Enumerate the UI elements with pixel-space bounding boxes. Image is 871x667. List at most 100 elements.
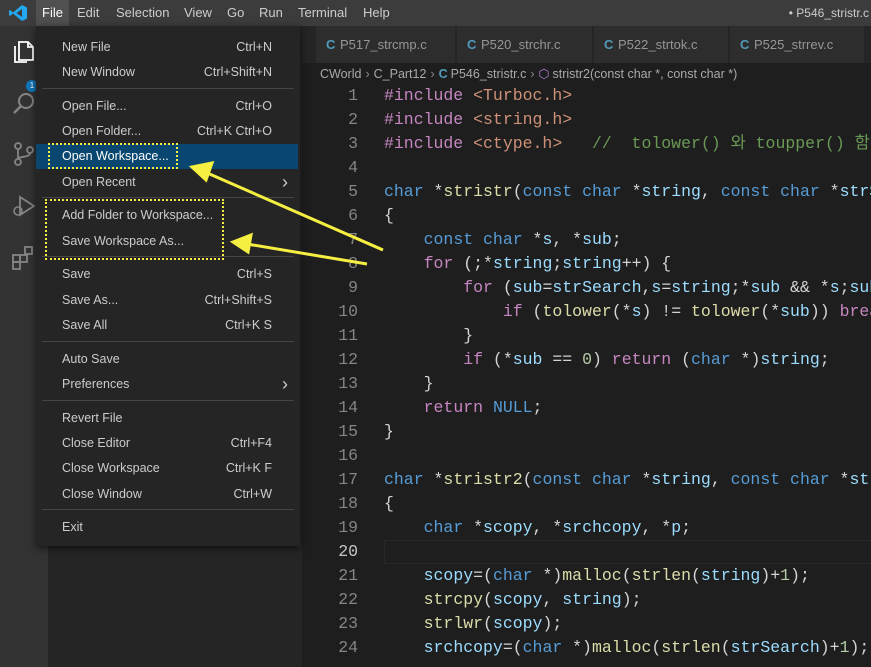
line-number: 22 bbox=[338, 590, 358, 609]
code-token: <Turboc.h> bbox=[473, 86, 573, 105]
code-token: ( bbox=[651, 638, 662, 657]
code-token: <string.h> bbox=[473, 110, 573, 129]
line-number: 5 bbox=[348, 182, 358, 201]
menu-item-shortcut: Ctrl+K F bbox=[225, 461, 272, 475]
code-line[interactable]: 9 for (sub=strSearch,s=string;*sub && *s… bbox=[302, 276, 871, 300]
code-line[interactable]: 10 if (tolower(*s) != tolower(*sub)) bre… bbox=[302, 300, 871, 324]
code-line[interactable]: 13 } bbox=[302, 372, 871, 396]
line-number: 20 bbox=[338, 542, 358, 561]
code-text: } bbox=[384, 372, 434, 396]
code-token: ( bbox=[621, 566, 632, 585]
menu-selection[interactable]: Selection bbox=[110, 0, 175, 26]
menu-item-exit[interactable]: Exit bbox=[36, 515, 300, 540]
menu-view[interactable]: View bbox=[178, 0, 218, 26]
search-icon[interactable] bbox=[10, 90, 38, 118]
code-line[interactable]: 14 return NULL; bbox=[302, 396, 871, 420]
menu-edit[interactable]: Edit bbox=[71, 0, 105, 26]
code-token: char bbox=[384, 470, 424, 489]
code-token: char bbox=[483, 230, 523, 249]
code-token: )+ bbox=[819, 638, 840, 657]
explorer-icon[interactable] bbox=[10, 38, 38, 66]
breadcrumb-item[interactable]: C_Part12 bbox=[374, 63, 427, 85]
code-line[interactable]: 15} bbox=[302, 420, 871, 444]
extensions-icon[interactable] bbox=[10, 244, 38, 272]
code-token: * bbox=[819, 182, 840, 201]
menu-item-open-file[interactable]: Open File... Ctrl+O bbox=[36, 94, 300, 119]
menu-item-label: Close Workspace bbox=[62, 461, 160, 475]
code-text: { bbox=[384, 492, 394, 516]
code-line[interactable]: 4 bbox=[302, 156, 871, 180]
code-token: tolower bbox=[542, 302, 612, 321]
source-control-icon[interactable] bbox=[10, 140, 38, 168]
menu-item-revert-file[interactable]: Revert File bbox=[36, 406, 300, 431]
editor-tab[interactable]: C P520_strchr.c bbox=[457, 26, 593, 63]
breadcrumb-item[interactable]: P546_stristr.c bbox=[451, 63, 527, 85]
menu-terminal[interactable]: Terminal bbox=[292, 0, 353, 26]
menu-help[interactable]: Help bbox=[357, 0, 396, 26]
code-text: return NULL; bbox=[384, 396, 543, 420]
code-line[interactable]: 19 char *scopy, *srchcopy, *p; bbox=[302, 516, 871, 540]
code-token: ;* bbox=[730, 278, 751, 297]
code-text: } bbox=[384, 324, 473, 348]
code-line[interactable]: 24 srchcopy=(char *)malloc(strlen(strSea… bbox=[302, 636, 871, 660]
code-line[interactable]: 3 #include <ctype.h> // tolower() 와 toupp… bbox=[302, 132, 871, 156]
menu-item-save[interactable]: Save Ctrl+S bbox=[36, 262, 300, 287]
menu-item-preferences[interactable]: Preferences › bbox=[36, 372, 300, 397]
menu-separator bbox=[42, 88, 294, 89]
menu-item-open-folder[interactable]: Open Folder... Ctrl+K Ctrl+O bbox=[36, 119, 300, 144]
code-token: *) bbox=[562, 638, 592, 657]
menu-item-close-workspace[interactable]: Close Workspace Ctrl+K F bbox=[36, 456, 300, 481]
code-text: for (;*string;string++) { bbox=[384, 252, 672, 276]
code-line[interactable]: 12 if (*sub == 0) return (char *)string; bbox=[302, 348, 871, 372]
editor-tab[interactable]: C P522_strtok.c bbox=[594, 26, 729, 63]
menu-item-label: Preferences bbox=[62, 377, 130, 391]
code-token: )) bbox=[809, 302, 840, 321]
code-token: 1 bbox=[780, 566, 791, 585]
code-line[interactable]: 21 scopy=(char *)malloc(strlen(string)+1… bbox=[302, 564, 871, 588]
code-token: for bbox=[423, 254, 454, 273]
menu-go[interactable]: Go bbox=[221, 0, 250, 26]
line-number: 21 bbox=[338, 566, 358, 585]
code-line[interactable]: 22 strcpy(scopy, string); bbox=[302, 588, 871, 612]
menu-run[interactable]: Run bbox=[253, 0, 289, 26]
code-line[interactable]: 17 char *stristr2(const char *string, con… bbox=[302, 468, 871, 492]
code-line[interactable]: 6{ bbox=[302, 204, 871, 228]
menu-item-auto-save[interactable]: Auto Save bbox=[36, 347, 300, 372]
menu-item-save-all[interactable]: Save All Ctrl+K S bbox=[36, 313, 300, 338]
breadcrumb-item[interactable]: stristr2(const char *, const char *) bbox=[552, 63, 737, 85]
vscode-logo-icon bbox=[9, 5, 27, 21]
code-line[interactable]: 7 const char *s, *sub; bbox=[302, 228, 871, 252]
menu-item-new-window[interactable]: New Window Ctrl+Shift+N bbox=[36, 60, 300, 85]
code-token: #include bbox=[384, 110, 474, 129]
code-line[interactable]: 8 for (;*string;string++) { bbox=[302, 252, 871, 276]
code-token: 1 bbox=[839, 638, 850, 657]
code-line[interactable]: 20 bbox=[302, 540, 871, 564]
editor-tab[interactable]: C P525_strrev.c bbox=[730, 26, 865, 63]
code-line[interactable]: 16 bbox=[302, 444, 871, 468]
menu-item-save-as[interactable]: Save As... Ctrl+Shift+S bbox=[36, 288, 300, 313]
code-token: * bbox=[631, 470, 652, 489]
menu-item-close-editor[interactable]: Close Editor Ctrl+F4 bbox=[36, 431, 300, 456]
code-line[interactable]: 2 #include <string.h> bbox=[302, 108, 871, 132]
chevron-right-icon: › bbox=[430, 67, 435, 81]
code-token: 0 bbox=[582, 350, 592, 369]
breadcrumb-item[interactable]: CWorld bbox=[320, 63, 361, 85]
run-debug-icon[interactable] bbox=[10, 192, 38, 220]
menu-item-close-window[interactable]: Close Window Ctrl+W bbox=[36, 482, 300, 507]
current-line-highlight bbox=[384, 540, 871, 564]
code-line[interactable]: 23 strlwr(scopy); bbox=[302, 612, 871, 636]
editor-tab[interactable]: C P517_strcmp.c bbox=[316, 26, 456, 63]
code-line[interactable]: 5 char *stristr(const char *string, const… bbox=[302, 180, 871, 204]
code-token: ( bbox=[522, 302, 543, 321]
menu-item-new-file[interactable]: New File Ctrl+N bbox=[36, 35, 300, 60]
menu-file[interactable]: File bbox=[36, 0, 69, 26]
code-token: ); bbox=[790, 566, 810, 585]
menu-item-open-recent[interactable]: Open Recent › bbox=[36, 170, 300, 195]
code-token: , * bbox=[532, 518, 563, 537]
code-line[interactable]: 18 { bbox=[302, 492, 871, 516]
code-line[interactable]: 1 #include <Turboc.h> bbox=[302, 85, 871, 108]
code-editor[interactable]: 1 #include <Turboc.h> 2 #include <string.h>… bbox=[302, 85, 871, 667]
code-line[interactable]: 11 } bbox=[302, 324, 871, 348]
